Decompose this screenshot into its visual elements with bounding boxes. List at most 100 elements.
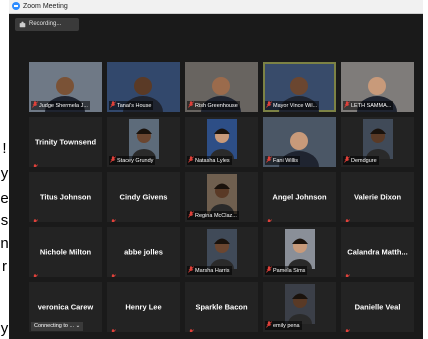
mic-muted-icon: [344, 268, 350, 277]
participant-tile[interactable]: Titus Johnson: [29, 172, 102, 222]
participant-name: Titus Johnson: [39, 192, 92, 202]
participant-tile[interactable]: Marsha Harris: [185, 227, 258, 277]
participant-tile[interactable]: Stacey Grundy: [107, 117, 180, 167]
mic-muted-icon: [266, 213, 272, 222]
connection-status[interactable]: Connecting to ... ⌄: [31, 322, 84, 331]
participant-name: Calandra Matth...: [347, 247, 408, 257]
participant-tile[interactable]: Danielle Veal: [341, 282, 414, 332]
participant-name-label: Regina McClaz...: [187, 211, 239, 220]
mic-muted-icon: [32, 158, 38, 167]
mic-muted-icon: [266, 101, 272, 108]
participant-tile[interactable]: Natasha Lyles: [185, 117, 258, 167]
participant-tile[interactable]: Pamela Sims: [263, 227, 336, 277]
participant-name: Valerie Dixon: [353, 192, 402, 202]
participant-tile[interactable]: LETH SAMMA...: [341, 62, 414, 112]
profile-photo: [207, 174, 237, 214]
participant-name: Mayor Vince Wil...: [273, 103, 318, 109]
participant-tile[interactable]: Cindy Givens: [107, 172, 180, 222]
recording-indicator[interactable]: Recording...: [15, 18, 79, 31]
participant-name-label: Rish Greenhouse: [187, 101, 240, 110]
mic-muted-icon: [188, 323, 194, 332]
participant-tile[interactable]: Sparkle Bacon: [185, 282, 258, 332]
participant-tile[interactable]: Henry Lee: [107, 282, 180, 332]
participant-tile[interactable]: abbe jolles: [107, 227, 180, 277]
participant-name-label: Pamela Sims: [265, 266, 308, 275]
profile-photo: [285, 284, 315, 324]
title-bar: Zoom Meeting: [9, 0, 423, 14]
zoom-logo-icon: [12, 2, 20, 10]
chevron-down-icon: ⌄: [75, 323, 81, 329]
participant-name-label: Natasha Lyles: [187, 156, 232, 165]
participant-tile[interactable]: Rish Greenhouse: [185, 62, 258, 112]
mic-muted-icon: [188, 266, 194, 273]
participant-tile[interactable]: Calandra Matth...: [341, 227, 414, 277]
side-text-char: r: [2, 258, 7, 275]
participant-name-label: Stacey Grundy: [109, 156, 156, 165]
side-text-char: y: [0, 165, 9, 182]
window-title: Zoom Meeting: [23, 3, 68, 10]
participant-tile[interactable]: Angel Johnson: [263, 172, 336, 222]
mic-muted-icon: [188, 101, 194, 108]
participant-tile[interactable]: Valerie Dixon: [341, 172, 414, 222]
participant-name: Tanai's House: [117, 103, 152, 109]
participant-tile[interactable]: Judge Shermela J...: [29, 62, 102, 112]
participant-name-label: LETH SAMMA...: [343, 101, 394, 110]
profile-photo: [207, 229, 237, 269]
participant-name: Natasha Lyles: [195, 158, 230, 164]
participant-name: LETH SAMMA...: [351, 103, 392, 109]
side-text-char: s: [0, 212, 9, 229]
participant-name: Fani Willis: [273, 158, 299, 164]
mic-muted-icon: [266, 321, 272, 328]
participant-name-label: Marsha Harris: [187, 266, 232, 275]
participant-name-label: Tanai's House: [109, 101, 154, 110]
mic-muted-icon: [344, 101, 350, 108]
profile-photo: [363, 119, 393, 159]
mic-muted-icon: [266, 156, 272, 163]
mic-muted-icon: [110, 213, 116, 222]
side-text-char: !: [2, 140, 7, 157]
profile-photo: [207, 119, 237, 159]
side-text-char: n: [0, 235, 9, 252]
mic-muted-icon: [110, 268, 116, 277]
participant-name: Henry Lee: [125, 302, 162, 312]
participant-name-label: Demdgure: [343, 156, 379, 165]
participant-name: veronica Carew: [37, 302, 94, 312]
recording-label: Recording...: [29, 21, 62, 27]
mic-muted-icon: [188, 156, 194, 163]
participant-tile[interactable]: emily pena: [263, 282, 336, 332]
profile-photo: [129, 119, 159, 159]
participant-name: Danielle Veal: [354, 302, 401, 312]
participant-tile[interactable]: Regina McClaz...: [185, 172, 258, 222]
participant-name-label: Judge Shermela J...: [31, 101, 90, 110]
mic-muted-icon: [110, 101, 116, 108]
mic-muted-icon: [110, 323, 116, 332]
participant-name: Regina McClaz...: [195, 213, 237, 219]
participant-tile[interactable]: Trinity Townsend: [29, 117, 102, 167]
participant-name: Stacey Grundy: [117, 158, 154, 164]
mic-muted-icon: [344, 323, 350, 332]
mic-muted-icon: [344, 156, 350, 163]
participant-grid: Judge Shermela J... Tanai's House Rish Gre…: [29, 62, 417, 334]
participant-tile[interactable]: Fani Willis: [263, 117, 336, 167]
participant-name: Rish Greenhouse: [195, 103, 238, 109]
participant-name: abbe jolles: [124, 247, 163, 257]
connection-status-text: Connecting to ...: [34, 323, 75, 329]
participant-name: Marsha Harris: [195, 268, 230, 274]
participant-tile[interactable]: Demdgure: [341, 117, 414, 167]
participant-name: Judge Shermela J...: [39, 103, 88, 109]
participant-name-label: emily pena: [265, 321, 302, 330]
participant-name: Cindy Givens: [119, 192, 168, 202]
participant-name: Trinity Townsend: [34, 137, 97, 147]
participant-tile[interactable]: Nichole Milton: [29, 227, 102, 277]
zoom-window: Zoom Meeting Recording... Judge Shermela…: [9, 0, 423, 339]
participant-name: Sparkle Bacon: [195, 302, 248, 312]
participant-tile[interactable]: veronica Carew Connecting to ... ⌄: [29, 282, 102, 332]
participant-tile[interactable]: Mayor Vince Wil...: [263, 62, 336, 112]
mic-muted-icon: [110, 156, 116, 163]
participant-tile[interactable]: Tanai's House: [107, 62, 180, 112]
recording-icon: [19, 21, 26, 28]
mic-muted-icon: [266, 266, 272, 273]
participant-name: Nichole Milton: [39, 247, 92, 257]
mic-muted-icon: [32, 101, 38, 108]
participant-name: Angel Johnson: [272, 192, 327, 202]
